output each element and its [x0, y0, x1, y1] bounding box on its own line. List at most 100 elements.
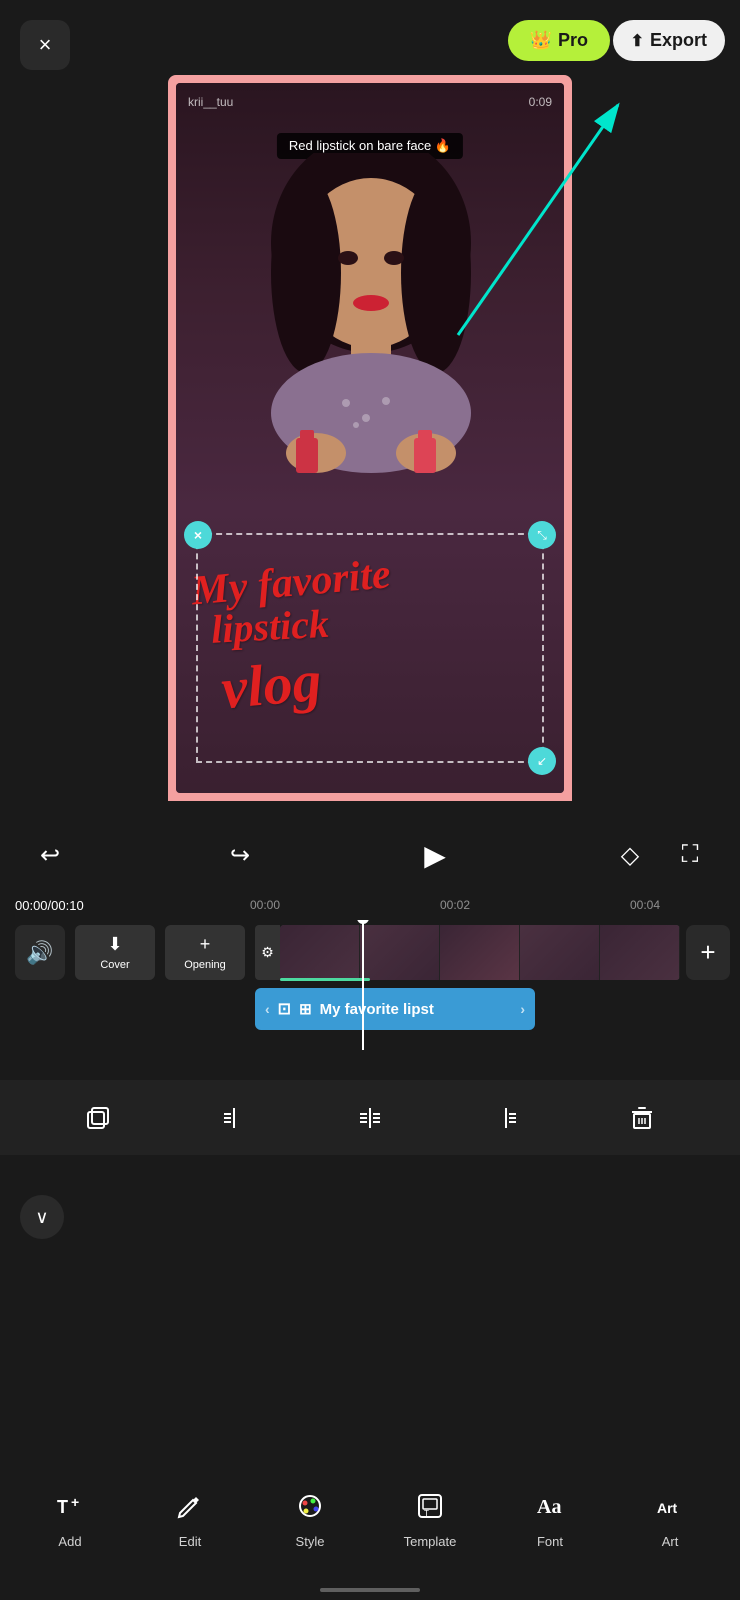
art-icon: Art [655, 1491, 685, 1528]
split-left-button[interactable] [209, 1093, 259, 1143]
diamond-icon: ◇ [621, 841, 639, 870]
video-frame: krii__tuu 0:09 Red lipstick on bare face… [168, 75, 572, 801]
nav-item-font[interactable]: Aa Font [515, 1491, 585, 1549]
timecode-0: 00:00 [250, 898, 280, 912]
cover-arrow-icon: ⬇ [107, 934, 122, 955]
video-strip[interactable] [280, 925, 680, 980]
text-track-right-arrow[interactable]: › [520, 1001, 525, 1017]
nav-item-edit[interactable]: Edit [155, 1491, 225, 1549]
svg-text:T: T [424, 1509, 429, 1518]
clip-opening[interactable]: + Opening [165, 925, 245, 980]
add-clip-button[interactable]: + [686, 925, 730, 980]
bottom-toolbar: ∨ T + Add Edit [0, 1180, 740, 1600]
copy-icon [84, 1104, 112, 1132]
edit-pencil-icon [175, 1491, 205, 1528]
video-top-bar: krii__tuu 0:09 [176, 95, 564, 109]
fullscreen-button[interactable]: ⛶ [670, 835, 710, 875]
delete-icon [628, 1104, 656, 1132]
add-icon: T + [55, 1491, 85, 1528]
undo-button[interactable]: ↩ [30, 835, 70, 875]
svg-text:Aa: Aa [537, 1496, 561, 1518]
collapse-icon: ∨ [35, 1207, 48, 1228]
play-icon: ▶ [424, 839, 446, 872]
export-button[interactable]: ⬆ Export [613, 20, 725, 61]
split-button[interactable] [345, 1093, 395, 1143]
split-icon [356, 1104, 384, 1132]
clip-settings[interactable]: ⚙ [255, 925, 280, 980]
split-right-button[interactable] [481, 1093, 531, 1143]
redo-button[interactable]: ↪ [220, 835, 260, 875]
right-controls: ◇ ⛶ [610, 835, 710, 875]
nav-add-label: Add [58, 1534, 81, 1549]
video-thumb-4 [520, 925, 600, 980]
nav-item-add[interactable]: T + Add [35, 1491, 105, 1549]
canvas-area: × 👑 Pro ⬆ Export krii__tuu 0:09 [0, 0, 740, 820]
fullscreen-icon: ⛶ [682, 841, 699, 869]
crown-icon: 👑 [530, 30, 552, 51]
nav-item-style[interactable]: Style [275, 1491, 345, 1549]
opening-plus-icon: + [200, 934, 211, 955]
text-track-label: My favorite lipst [320, 1001, 513, 1018]
style-palette-icon [295, 1491, 325, 1528]
pro-button[interactable]: 👑 Pro [508, 20, 610, 61]
close-button[interactable]: × [20, 20, 70, 70]
progress-bar [280, 978, 370, 981]
export-label: Export [650, 30, 707, 51]
text-track[interactable]: ‹ ⊡ ⊞ My favorite lipst › [255, 988, 535, 1030]
template-icon: T [415, 1491, 445, 1528]
svg-text:T: T [57, 1497, 68, 1517]
timeline-tracks: 🔊 ⬇ Cover + Opening ⚙ + [0, 920, 740, 1065]
copy-button[interactable] [73, 1093, 123, 1143]
video-thumb-2 [360, 925, 440, 980]
nav-template-label: Template [404, 1534, 457, 1549]
time-display: 00:00/00:10 [15, 898, 84, 913]
undo-icon: ↩ [40, 841, 60, 870]
video-thumb-3 [440, 925, 520, 980]
nav-edit-label: Edit [179, 1534, 201, 1549]
volume-button[interactable]: 🔊 [15, 925, 65, 980]
calligraphy-overlay[interactable]: My favorite lipstick vlog × ⤡ ↙ [191, 553, 549, 773]
text-track-edit-icon: ⊞ [299, 1000, 312, 1018]
split-left-icon [220, 1104, 248, 1132]
timecode-2: 00:04 [630, 898, 660, 912]
playhead[interactable] [362, 920, 364, 1050]
settings-icon: ⚙ [261, 944, 274, 961]
clip-cover[interactable]: ⬇ Cover [75, 925, 155, 980]
nav-style-label: Style [296, 1534, 325, 1549]
text-track-box-icon: ⊡ [278, 999, 291, 1019]
playback-controls: ↩ ↪ ▶ ◇ ⛶ [0, 820, 740, 890]
scroll-indicator [320, 1588, 420, 1592]
timecode-1: 00:02 [440, 898, 470, 912]
add-clip-icon: + [700, 937, 715, 968]
split-right-icon [492, 1104, 520, 1132]
play-button[interactable]: ▶ [410, 830, 460, 880]
svg-text:+: + [71, 1494, 79, 1510]
opening-label: Opening [184, 959, 226, 971]
export-upload-icon: ⬆ [631, 31, 644, 51]
collapse-button[interactable]: ∨ [20, 1195, 64, 1239]
video-username: krii__tuu [188, 95, 233, 109]
close-icon: × [39, 32, 52, 58]
redo-icon: ↪ [230, 841, 250, 870]
calligraphy-text: My favorite lipstick vlog [191, 553, 549, 707]
bottom-nav: T + Add Edit [0, 1470, 740, 1570]
nav-font-label: Font [537, 1534, 563, 1549]
person-silhouette [196, 153, 546, 513]
trim-controls-bar [0, 1080, 740, 1155]
text-track-left-arrow[interactable]: ‹ [265, 1001, 270, 1017]
timeline-area: 00:00/00:10 00:00 00:02 00:04 🔊 ⬇ Cover … [0, 890, 740, 1070]
video-timestamp: 0:09 [529, 95, 552, 109]
font-icon: Aa [535, 1491, 565, 1528]
keyframe-button[interactable]: ◇ [610, 835, 650, 875]
nav-art-label: Art [662, 1534, 679, 1549]
handle-resize[interactable]: ↙ [528, 747, 556, 775]
video-background: krii__tuu 0:09 Red lipstick on bare face… [176, 83, 564, 793]
nav-item-art[interactable]: Art Art [635, 1491, 705, 1549]
handle-close[interactable]: × [184, 521, 212, 549]
volume-icon: 🔊 [26, 940, 53, 966]
video-thumb-5 [600, 925, 680, 980]
nav-item-template[interactable]: T Template [395, 1491, 465, 1549]
cover-label: Cover [100, 959, 129, 971]
delete-button[interactable] [617, 1093, 667, 1143]
video-inner: krii__tuu 0:09 Red lipstick on bare face… [176, 83, 564, 793]
